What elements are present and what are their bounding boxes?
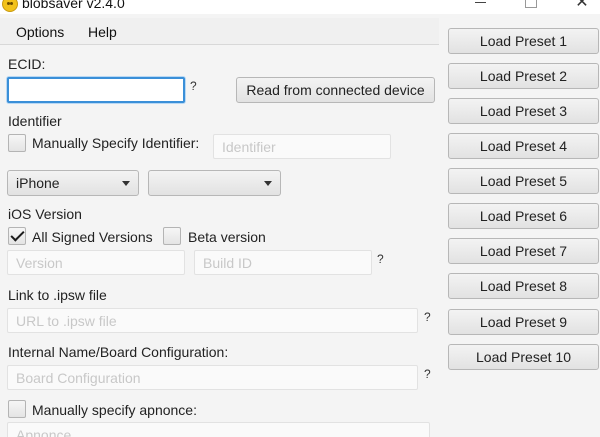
window-title: blobsaver v2.4.0 <box>22 0 125 11</box>
chevron-down-icon <box>264 181 272 186</box>
menu-help[interactable]: Help <box>88 24 117 40</box>
load-preset-8-button[interactable]: Load Preset 8 <box>448 273 599 299</box>
load-preset-2-button[interactable]: Load Preset 2 <box>448 63 599 89</box>
load-preset-4-button[interactable]: Load Preset 4 <box>448 133 599 159</box>
apnonce-input[interactable] <box>7 422 430 437</box>
load-preset-9-button[interactable]: Load Preset 9 <box>448 309 599 335</box>
ipsw-url-input[interactable] <box>7 308 418 333</box>
load-preset-7-button[interactable]: Load Preset 7 <box>448 238 599 264</box>
ecid-help-icon[interactable]: ? <box>190 79 197 93</box>
ipsw-label: Link to .ipsw file <box>8 287 107 303</box>
device-type-select[interactable]: iPhone <box>7 170 139 196</box>
board-config-label: Internal Name/Board Configuration: <box>8 344 229 360</box>
main-form: ECID: ? Read from connected device Ident… <box>0 46 439 437</box>
build-id-input[interactable] <box>194 250 372 275</box>
blobsaver-app-icon <box>2 0 18 12</box>
load-preset-10-button[interactable]: Load Preset 10 <box>448 344 599 370</box>
apnonce-label: Manually specify apnonce: <box>32 402 197 418</box>
load-preset-5-button[interactable]: Load Preset 5 <box>448 168 599 194</box>
manual-identifier-label: Manually Specify Identifier: <box>32 135 200 151</box>
load-preset-3-button[interactable]: Load Preset 3 <box>448 98 599 124</box>
menu-options[interactable]: Options <box>16 24 64 40</box>
load-preset-6-button[interactable]: Load Preset 6 <box>448 203 599 229</box>
beta-version-checkbox[interactable] <box>163 227 181 245</box>
board-config-help-icon[interactable]: ? <box>424 367 431 381</box>
device-type-value: iPhone <box>16 175 60 191</box>
presets-panel: Load Preset 1 Load Preset 2 Load Preset … <box>439 14 600 437</box>
identifier-section-label: Identifier <box>8 113 62 129</box>
manual-identifier-checkbox[interactable] <box>8 134 26 152</box>
version-input[interactable] <box>7 250 185 275</box>
beta-version-label: Beta version <box>188 229 266 245</box>
ipsw-help-icon[interactable]: ? <box>424 310 431 324</box>
apnonce-checkbox[interactable] <box>8 400 26 418</box>
all-signed-checkbox[interactable] <box>8 227 26 245</box>
ecid-input[interactable] <box>7 77 185 103</box>
title-bar: blobsaver v2.4.0 ✕ <box>0 0 600 14</box>
board-config-input[interactable] <box>7 365 418 390</box>
minimize-icon[interactable] <box>470 0 490 12</box>
chevron-down-icon <box>122 181 130 186</box>
all-signed-label: All Signed Versions <box>32 229 153 245</box>
menu-bar: Options Help <box>0 18 439 45</box>
load-preset-1-button[interactable]: Load Preset 1 <box>448 28 599 54</box>
maximize-icon[interactable] <box>520 0 540 12</box>
identifier-input[interactable] <box>213 134 391 159</box>
close-icon[interactable]: ✕ <box>572 0 592 12</box>
device-model-select[interactable] <box>148 170 281 196</box>
version-help-icon[interactable]: ? <box>377 252 384 266</box>
ios-version-section-label: iOS Version <box>8 206 82 222</box>
ecid-label: ECID: <box>8 56 46 72</box>
read-from-device-button[interactable]: Read from connected device <box>236 77 435 103</box>
